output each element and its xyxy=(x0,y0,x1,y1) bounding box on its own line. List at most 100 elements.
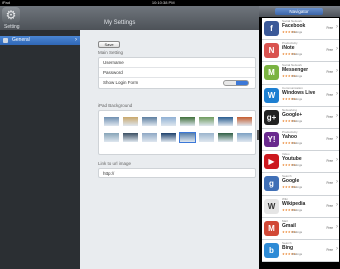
password-row: Password xyxy=(99,68,255,78)
background-thumbnail[interactable] xyxy=(198,116,215,127)
settings-content: Save Main Setting Username Password Show… xyxy=(86,30,256,269)
app-name: iNote xyxy=(282,45,295,52)
app-price: Free xyxy=(326,136,333,141)
app-price: Free xyxy=(326,70,333,75)
background-thumbnails xyxy=(98,110,256,155)
app-ratings: Ratings xyxy=(292,52,303,57)
username-field[interactable] xyxy=(139,60,251,66)
show-login-row: Show Login Form xyxy=(99,78,255,88)
sidebar-item-label: General xyxy=(12,37,30,43)
app-ratings: Ratings xyxy=(292,96,303,101)
background-thumbnail[interactable] xyxy=(179,132,196,143)
app-ratings: Ratings xyxy=(292,140,303,145)
app-name: Bing xyxy=(282,244,294,251)
app-ratings: Ratings xyxy=(292,185,303,190)
app-list-item[interactable]: W Wiki Wikipedia ★★★★★ Ratings Free › xyxy=(262,195,339,218)
app-icon: g xyxy=(264,176,279,192)
app-price: Free xyxy=(326,203,333,208)
app-list-item[interactable]: Y! Productivity Yahoo ★★★★★ Ratings Free › xyxy=(262,128,339,152)
background-thumbnail[interactable] xyxy=(198,132,215,143)
app-ratings: Ratings xyxy=(292,207,303,212)
chevron-right-icon: › xyxy=(336,112,338,119)
navigator-header: Navigator xyxy=(259,6,340,17)
show-login-label: Show Login Form xyxy=(103,80,139,85)
app-name: Yahoo xyxy=(282,133,298,140)
chevron-right-icon: › xyxy=(336,157,338,164)
chevron-right-icon: › xyxy=(75,37,77,43)
save-button[interactable]: Save xyxy=(98,41,120,48)
chevron-right-icon: › xyxy=(336,90,338,97)
app-name: Youtube xyxy=(282,156,302,163)
app-list-item[interactable]: g Search Google ★★★★★ Ratings Free › xyxy=(262,173,339,196)
background-thumbnail[interactable] xyxy=(217,116,234,127)
password-field[interactable] xyxy=(139,70,251,76)
app-name: Google+ xyxy=(282,111,303,118)
main-setting-panel: Username Password Show Login Form xyxy=(98,57,256,89)
background-thumbnail[interactable] xyxy=(217,132,234,143)
app-name: Google xyxy=(282,178,300,185)
sidebar-item-general[interactable]: General › xyxy=(0,36,80,45)
app-icon: M xyxy=(264,220,279,236)
app-list-item[interactable]: M Social Network Messenger ★★★★★ Ratings Free… xyxy=(262,62,339,85)
link-url-field[interactable]: http:// xyxy=(98,168,256,178)
background-thumbnail[interactable] xyxy=(160,132,177,143)
chevron-right-icon: › xyxy=(336,24,338,30)
app-icon: M xyxy=(264,65,279,81)
main-setting-heading: Main Setting xyxy=(98,50,124,55)
app-icon: g+ xyxy=(264,109,279,125)
gear-icon[interactable]: ⚙ xyxy=(2,7,20,23)
background-thumbnail[interactable] xyxy=(103,132,120,143)
chevron-right-icon: › xyxy=(336,245,338,252)
chevron-right-icon: › xyxy=(336,68,338,75)
app-list-item[interactable]: W Communication Windows Live ★★★★★ Ratings Fr… xyxy=(262,84,339,107)
background-heading: iPad Background xyxy=(98,103,133,108)
app-ratings: Ratings xyxy=(292,163,303,168)
background-thumbnail[interactable] xyxy=(236,116,253,127)
app-ratings: Ratings xyxy=(292,229,303,234)
app-name: Messenger xyxy=(282,67,309,74)
sidebar: General › xyxy=(0,30,80,269)
app-icon: W xyxy=(264,87,279,103)
app-price: Free xyxy=(326,159,333,164)
background-thumbnail[interactable] xyxy=(122,116,139,127)
app-icon: W xyxy=(264,198,279,214)
settings-pane: ⚙ Setting My Settings General › Save Mai… xyxy=(0,6,259,269)
username-label: Username xyxy=(103,60,124,65)
background-thumbnail[interactable] xyxy=(160,116,177,127)
navigator-pane: Navigator f Social Network Facebook ★★★★★ Ra… xyxy=(259,6,340,269)
app-ratings: Ratings xyxy=(292,118,303,123)
app-list-item[interactable]: f Social Network Facebook ★★★★★ Ratings Free › xyxy=(262,18,339,41)
app-name: Windows Live xyxy=(282,89,316,96)
navigator-title[interactable]: Navigator xyxy=(275,8,323,15)
app-list-item[interactable]: b Search Bing ★★★★★ Ratings Free › xyxy=(262,239,339,263)
app-ratings: Ratings xyxy=(292,74,303,79)
app-icon: Y! xyxy=(264,131,279,147)
link-heading: Link to url image xyxy=(98,161,132,166)
background-thumbnail[interactable] xyxy=(141,132,158,143)
app-name: Wikipedia xyxy=(282,200,306,207)
app-price: Free xyxy=(326,225,333,230)
chevron-right-icon: › xyxy=(336,134,338,141)
show-login-toggle[interactable] xyxy=(223,80,249,86)
chevron-right-icon: › xyxy=(336,179,338,186)
app-list-item[interactable]: ▶ Video Youtube ★★★★★ Ratings Free › xyxy=(262,151,339,174)
chevron-right-icon: › xyxy=(336,223,338,230)
app-icon: ▶ xyxy=(264,154,279,170)
background-thumbnail[interactable] xyxy=(236,132,253,143)
app-price: Free xyxy=(326,26,333,30)
chevron-right-icon: › xyxy=(336,46,338,53)
password-label: Password xyxy=(103,70,123,75)
chevron-right-icon: › xyxy=(336,201,338,208)
app-list-item[interactable]: M Mail Gmail ★★★★★ Ratings Free › xyxy=(262,217,339,240)
background-thumbnail[interactable] xyxy=(141,116,158,127)
app-list: f Social Network Facebook ★★★★★ Ratings Free ›… xyxy=(262,18,339,263)
settings-header: ⚙ Setting My Settings xyxy=(0,6,259,30)
app-list-item[interactable]: N Productivity iNote ★★★★★ Ratings Free › xyxy=(262,40,339,63)
background-thumbnail[interactable] xyxy=(179,116,196,127)
app-list-item[interactable]: g+ Networking Google+ ★★★★★ Ratings Free › xyxy=(262,106,339,129)
app-price: Free xyxy=(326,92,333,97)
page-title: My Settings xyxy=(104,20,136,26)
background-thumbnail[interactable] xyxy=(122,132,139,143)
background-thumbnail[interactable] xyxy=(103,116,120,127)
app-price: Free xyxy=(326,48,333,53)
